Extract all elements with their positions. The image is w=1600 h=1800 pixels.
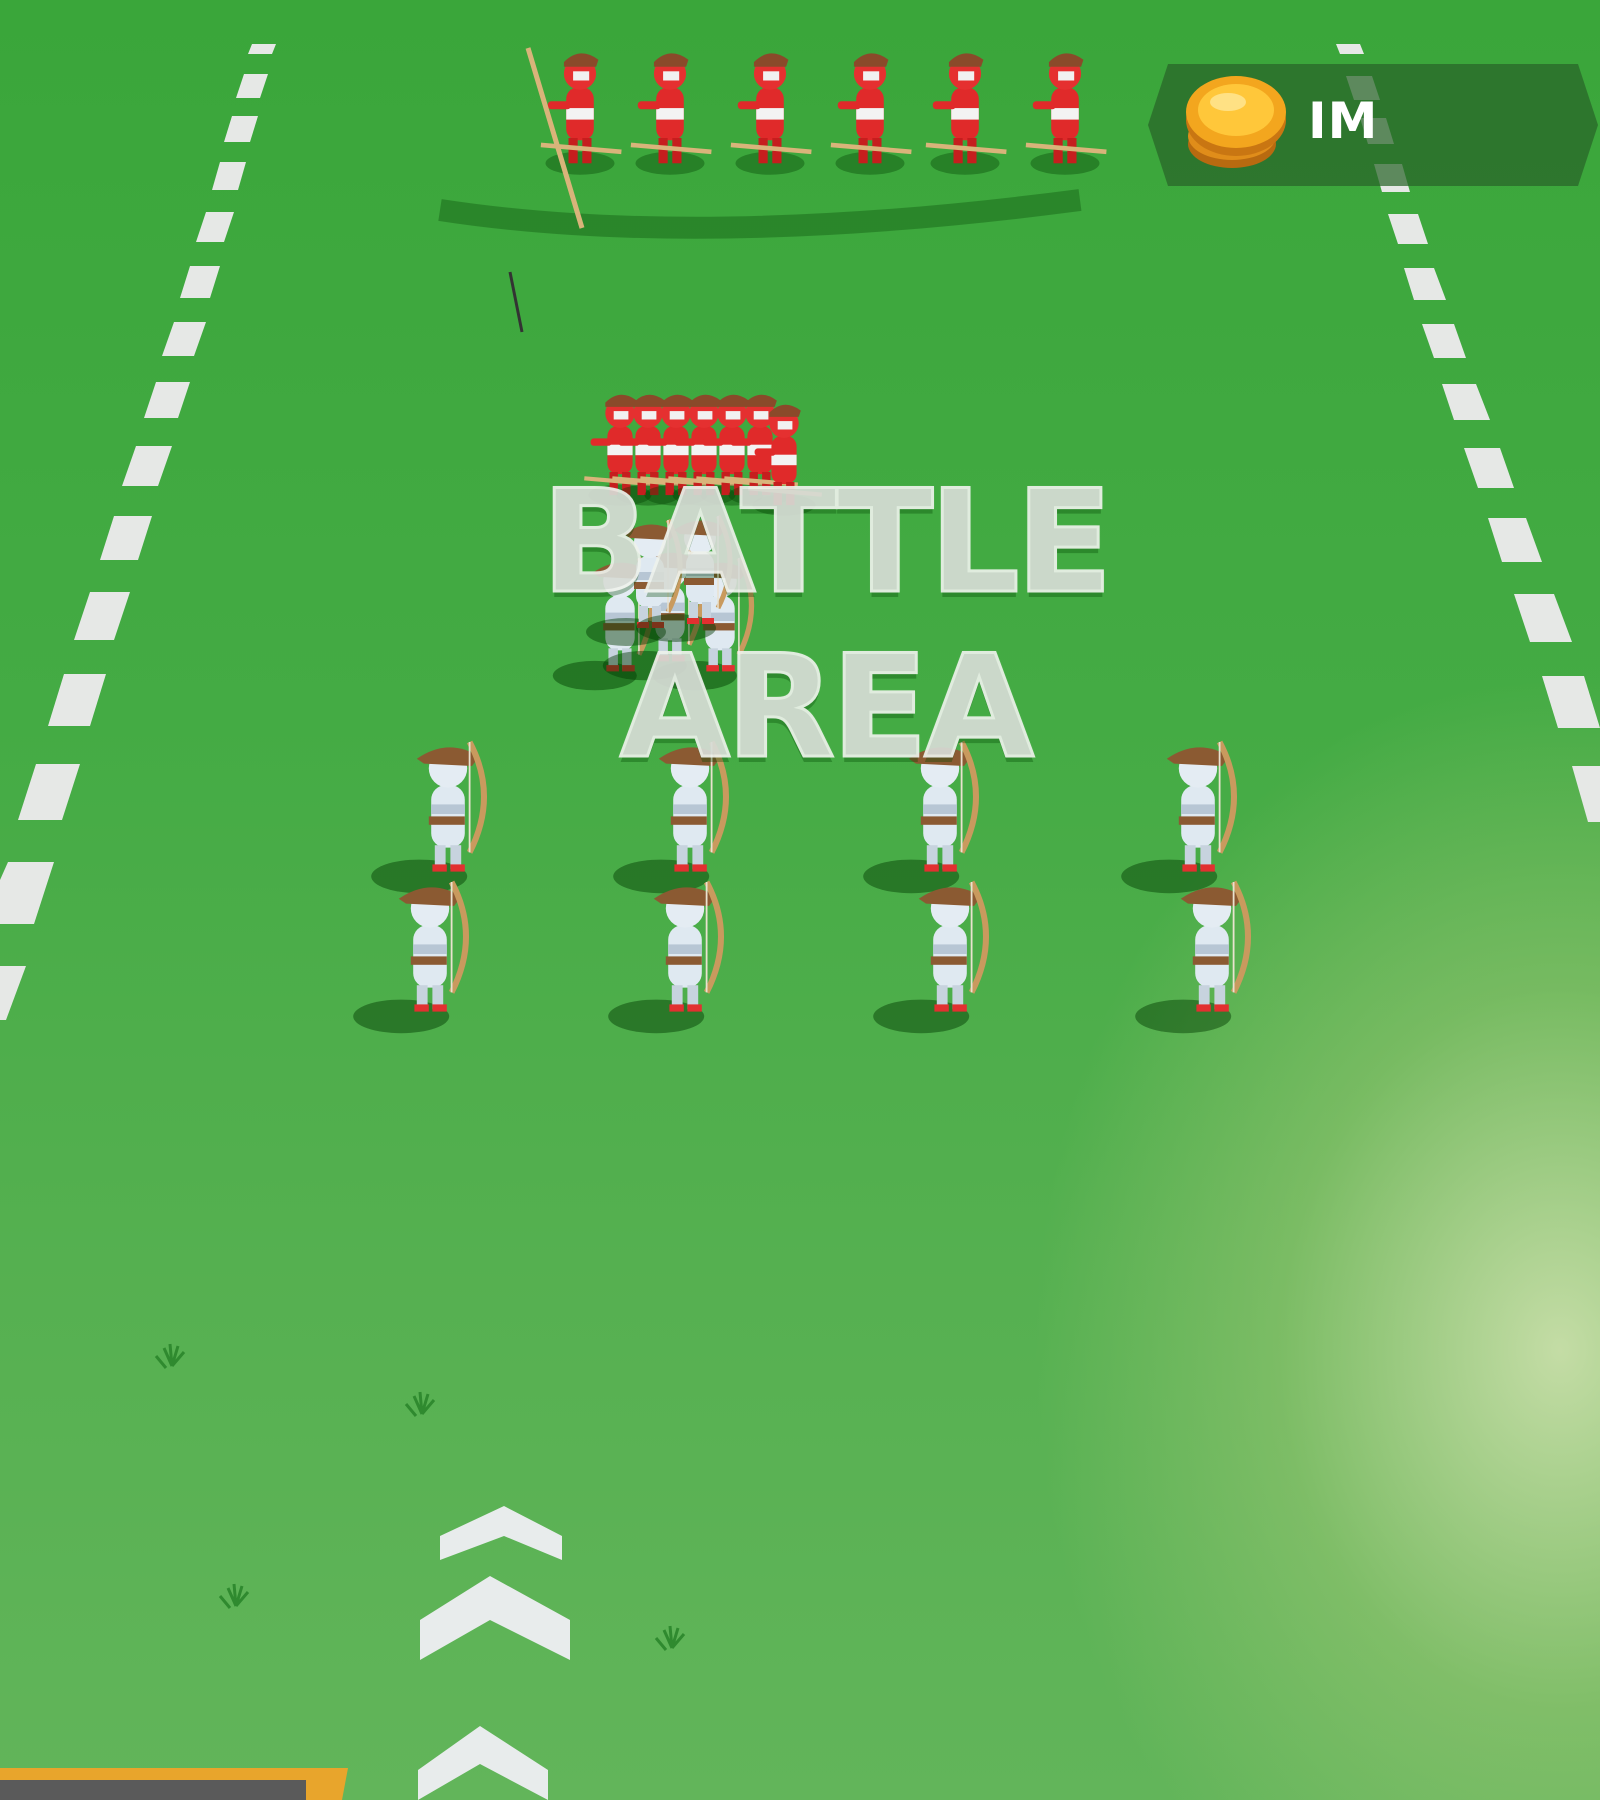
coin-amount: IM <box>1308 92 1379 150</box>
game-viewport[interactable]: IM BATTLE AREA <box>0 0 1600 1800</box>
fallen-arrow <box>508 271 524 333</box>
bottom-panel-track <box>0 1780 306 1800</box>
battlefield[interactable] <box>0 0 1600 1800</box>
grass-decor <box>154 1342 686 1652</box>
chevron-up-icon <box>418 1506 570 1800</box>
battle-area-label: BATTLE AREA <box>540 459 1115 792</box>
lane-line-left <box>0 44 276 1020</box>
enemy-army <box>438 47 1106 239</box>
coin-stack-icon <box>1186 76 1286 168</box>
